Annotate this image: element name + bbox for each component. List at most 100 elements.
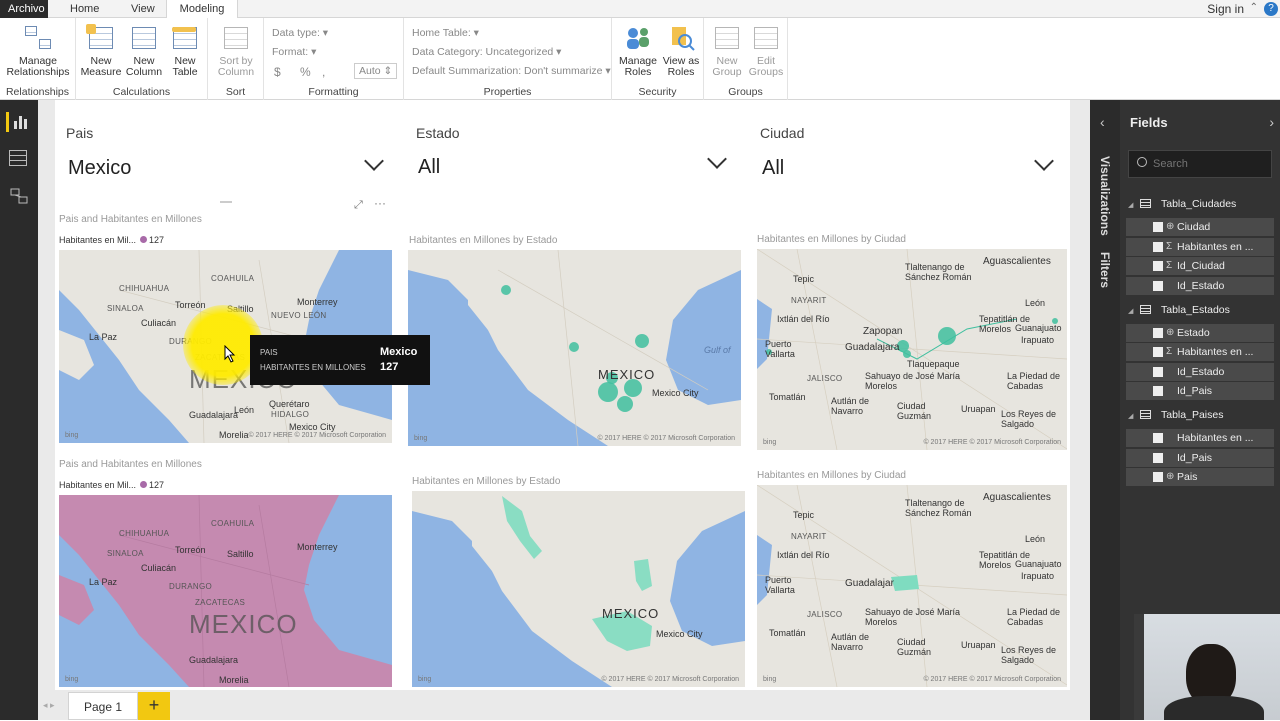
- field-item[interactable]: Id_Pais: [1126, 449, 1274, 467]
- search-input[interactable]: [1153, 156, 1263, 172]
- new-group-button[interactable]: New Group: [708, 24, 746, 78]
- focus-mode-icon[interactable]: ⤢: [354, 199, 363, 212]
- calculator-icon: [86, 24, 116, 52]
- new-measure-button[interactable]: New Measure: [80, 24, 122, 78]
- home-table-dropdown[interactable]: Home Table: ▾: [412, 27, 479, 39]
- map-visual-estado-bubble[interactable]: MEXICO Mexico City Gulf of bing © 2017 H…: [408, 250, 741, 446]
- relationships-view-icon[interactable]: [9, 186, 29, 206]
- checkbox[interactable]: [1153, 242, 1163, 252]
- field-item[interactable]: ⊕ Estado: [1126, 324, 1274, 342]
- table-item[interactable]: ◢ Tabla_Estados: [1128, 304, 1230, 316]
- field-item[interactable]: Id_Pais: [1126, 382, 1274, 400]
- manage-roles-button[interactable]: Manage Roles: [616, 24, 660, 78]
- bubble[interactable]: [938, 327, 956, 345]
- sign-in-link[interactable]: Sign in: [1207, 0, 1244, 18]
- help-icon[interactable]: ?: [1264, 2, 1278, 16]
- map-visual-estado-filled[interactable]: MEXICO Mexico City bing © 2017 HERE © 20…: [412, 491, 745, 687]
- table-item[interactable]: ◢ Tabla_Ciudades: [1128, 198, 1236, 210]
- chevron-down-icon[interactable]: [1034, 151, 1054, 171]
- tab-modeling[interactable]: Modeling: [166, 0, 238, 19]
- manage-relationships-button[interactable]: Manage Relationships: [4, 24, 72, 78]
- checkbox[interactable]: [1153, 281, 1163, 291]
- chevron-down-icon[interactable]: [707, 149, 727, 169]
- percent-button[interactable]: %: [300, 65, 311, 79]
- currency-button[interactable]: $: [274, 65, 281, 79]
- tab-page-1[interactable]: Page 1: [68, 692, 138, 720]
- new-table-button[interactable]: New Table: [166, 24, 204, 78]
- bubble[interactable]: [903, 350, 911, 358]
- checkbox[interactable]: [1153, 367, 1163, 377]
- chevron-right-icon[interactable]: ›: [1269, 114, 1274, 130]
- field-item[interactable]: Σ Id_Ciudad: [1126, 257, 1274, 275]
- field-item[interactable]: Habitantes en ...: [1126, 429, 1274, 447]
- tab-view[interactable]: View: [123, 0, 163, 18]
- page-nav-arrows-icon[interactable]: ◂ ▸: [43, 700, 55, 711]
- group-formatting: Data type: ▾ Format: ▾ $ % , Auto ⇕ Form…: [264, 18, 404, 100]
- collapse-ribbon-icon[interactable]: ⌃: [1250, 2, 1258, 13]
- comma-button[interactable]: ,: [322, 65, 325, 79]
- field-item[interactable]: Id_Estado: [1126, 363, 1274, 381]
- fields-search[interactable]: [1128, 150, 1272, 178]
- field-item[interactable]: Σ Habitantes en ...: [1126, 238, 1274, 256]
- format-dropdown[interactable]: Format: ▾: [272, 46, 316, 58]
- checkbox[interactable]: [1153, 386, 1163, 396]
- page-tabs-bar: ◂ ▸ Page 1 +: [38, 692, 1090, 720]
- map-legend: Habitantes en Mil... 127: [59, 480, 165, 490]
- filled-state[interactable]: [502, 496, 542, 559]
- chevron-down-icon[interactable]: [364, 151, 384, 171]
- data-view-icon[interactable]: [9, 150, 27, 166]
- expand-icon[interactable]: ◢: [1128, 201, 1140, 209]
- checkbox[interactable]: [1153, 347, 1163, 357]
- tab-home[interactable]: Home: [62, 0, 107, 18]
- checkbox[interactable]: [1153, 433, 1163, 443]
- edit-groups-button[interactable]: Edit Groups: [746, 24, 786, 78]
- drag-handle[interactable]: [220, 201, 232, 203]
- filters-tab[interactable]: Filters: [1098, 252, 1112, 288]
- visualizations-tab[interactable]: Visualizations: [1098, 156, 1112, 236]
- default-summarization-dropdown[interactable]: Default Summarization: Don't summarize ▾: [412, 65, 611, 77]
- expand-icon[interactable]: ◢: [1128, 412, 1140, 420]
- map-visual-pais-filled[interactable]: Chihuahua Coahuila Sinaloa Torreón Salti…: [59, 495, 392, 687]
- filled-state[interactable]: [634, 559, 652, 591]
- table-item[interactable]: ◢ Tabla_Paises: [1128, 409, 1223, 421]
- data-category-dropdown[interactable]: Data Category: Uncategorized ▾: [412, 46, 561, 58]
- bubble[interactable]: [635, 334, 649, 348]
- add-page-button[interactable]: +: [138, 692, 170, 720]
- new-column-button[interactable]: New Column: [124, 24, 164, 78]
- webcam-overlay: [1134, 614, 1280, 720]
- data-type-dropdown[interactable]: Data type: ▾: [272, 27, 328, 39]
- mouse-pointer-icon: [224, 345, 236, 363]
- bubble[interactable]: [598, 382, 618, 402]
- globe-icon: ⊕: [1166, 327, 1175, 338]
- field-item[interactable]: Σ Habitantes en ...: [1126, 343, 1274, 361]
- slicer-title: Estado: [416, 125, 460, 141]
- visualizations-pane-collapsed: ‹ Visualizations Filters: [1090, 100, 1120, 720]
- globe-icon: ⊕: [1166, 221, 1175, 232]
- view-as-roles-button[interactable]: View as Roles: [660, 24, 702, 78]
- chevron-left-icon[interactable]: ‹: [1100, 114, 1105, 130]
- sort-by-column-button[interactable]: Sort by Column: [212, 24, 260, 78]
- checkbox[interactable]: [1153, 328, 1163, 338]
- map-visual-ciudad-filled[interactable]: Tepic Tlaltenango de Sánchez Román Aguas…: [757, 485, 1067, 687]
- field-item[interactable]: ⊕ Pais: [1126, 468, 1274, 486]
- checkbox[interactable]: [1153, 453, 1163, 463]
- filled-states-layer: [502, 496, 652, 651]
- bubble[interactable]: [501, 285, 511, 295]
- filled-city[interactable]: [891, 575, 919, 591]
- report-view-icon[interactable]: [6, 112, 27, 132]
- expand-icon[interactable]: ◢: [1128, 307, 1140, 315]
- checkbox[interactable]: [1153, 222, 1163, 232]
- checkbox[interactable]: [1153, 261, 1163, 271]
- more-options-icon[interactable]: ···: [374, 196, 386, 210]
- tab-file[interactable]: Archivo: [0, 0, 48, 18]
- report-canvas: Pais Mexico Estado All Ciudad All ⤢ ··· …: [38, 100, 1090, 692]
- ribbon-tab-bar: Archivo Home View Modeling Sign in ⌃ ?: [0, 0, 1280, 19]
- field-item[interactable]: ⊕ Ciudad: [1126, 218, 1274, 236]
- decimal-places-input[interactable]: Auto ⇕: [354, 63, 398, 79]
- bubble[interactable]: [617, 396, 633, 412]
- bubble[interactable]: [569, 342, 579, 352]
- sigma-icon: Σ: [1166, 241, 1173, 252]
- field-item[interactable]: Id_Estado: [1126, 277, 1274, 295]
- checkbox[interactable]: [1153, 472, 1163, 482]
- map-visual-ciudad-bubble[interactable]: Tepic Tlaltenango de Sánchez Román Aguas…: [757, 249, 1067, 450]
